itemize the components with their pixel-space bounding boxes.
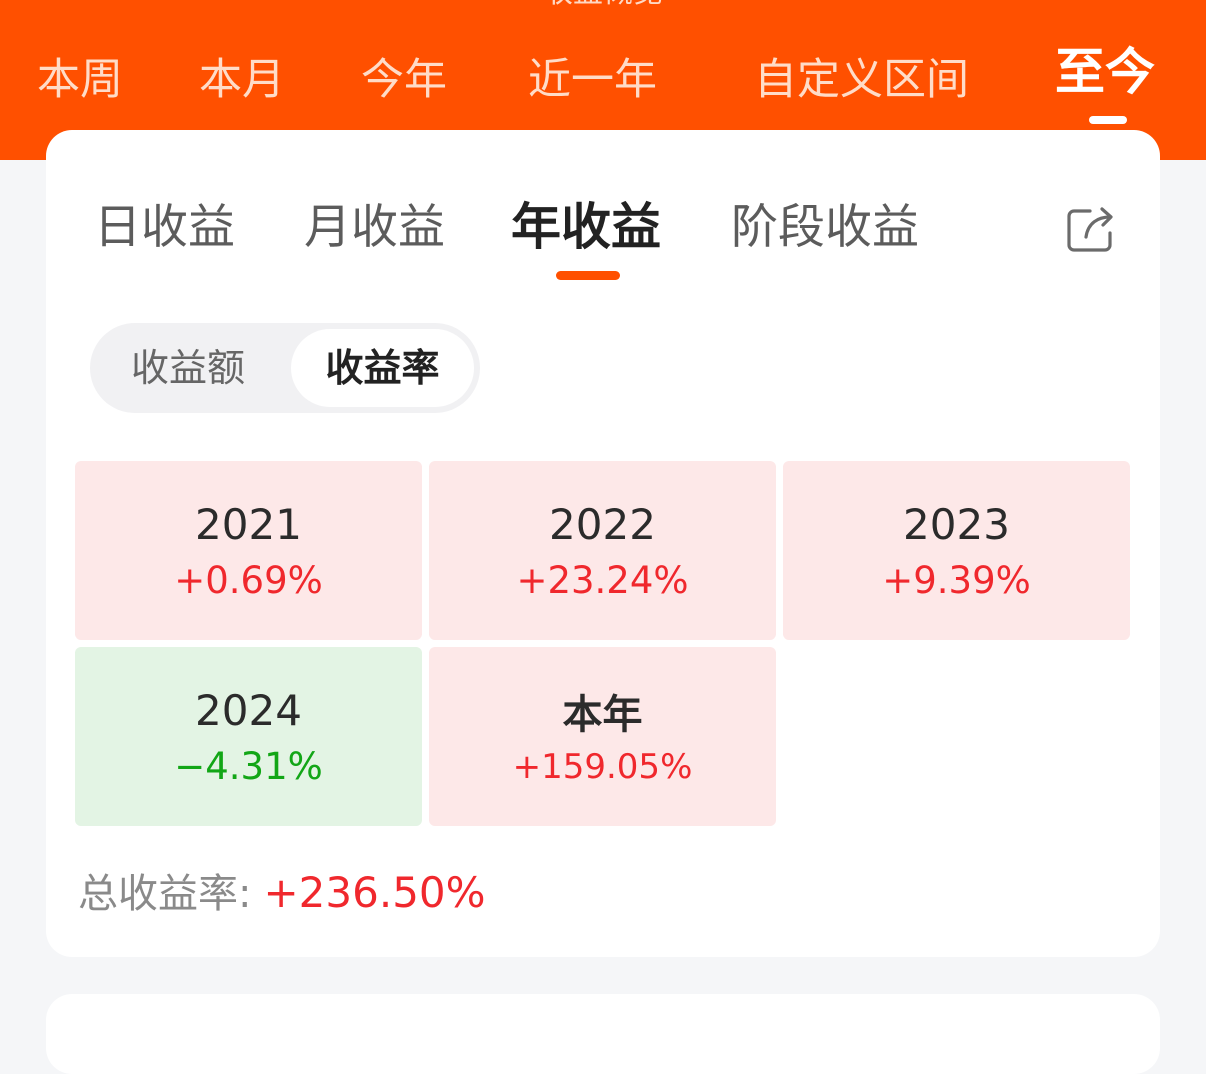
tab-to-date[interactable]: 至今 [1055,44,1155,100]
year-rate: +159.05% [512,747,693,787]
next-card [46,994,1160,1074]
year-rate: +0.69% [174,559,323,602]
year-cell-2023[interactable]: 2023 +9.39% [783,461,1130,640]
share-icon [1067,207,1113,252]
tab-yearly-earnings[interactable]: 年收益 [511,196,661,258]
amount-rate-toggle: 收益额 收益率 [90,323,480,413]
year-rate: +9.39% [882,559,1031,602]
active-subtab-indicator [556,271,620,280]
tab-last-year[interactable]: 近一年 [528,52,657,108]
tab-stage-earnings[interactable]: 阶段收益 [731,197,919,259]
toggle-amount[interactable]: 收益额 [90,323,286,413]
total-return: 总收益率: +236.50% [78,866,486,921]
year-label: 2021 [195,500,302,549]
tab-this-week[interactable]: 本周 [37,52,123,108]
tab-this-month[interactable]: 本月 [199,52,285,108]
toggle-rate[interactable]: 收益率 [291,329,474,407]
year-label: 2024 [195,686,302,735]
year-cell-2021[interactable]: 2021 +0.69% [75,461,422,640]
tab-monthly-earnings[interactable]: 月收益 [304,197,445,259]
year-cell-2022[interactable]: 2022 +23.24% [429,461,776,640]
total-return-label: 总收益率: [78,871,252,917]
year-cell-2024[interactable]: 2024 −4.31% [75,647,422,826]
year-rate: +23.24% [516,559,689,602]
year-label: 2023 [903,500,1010,549]
year-label: 本年 [562,692,643,738]
tab-custom-range[interactable]: 自定义区间 [754,52,969,108]
active-period-indicator [1089,116,1127,124]
tab-this-year[interactable]: 今年 [361,52,447,108]
year-rate: −4.31% [174,745,323,788]
year-label: 2022 [549,500,656,549]
page-title: 收益概览 [0,0,1206,8]
total-return-value: +236.50% [263,868,486,917]
share-button[interactable] [1064,203,1118,255]
tab-daily-earnings[interactable]: 日收益 [94,197,235,259]
year-cell-current[interactable]: 本年 +159.05% [429,647,776,826]
